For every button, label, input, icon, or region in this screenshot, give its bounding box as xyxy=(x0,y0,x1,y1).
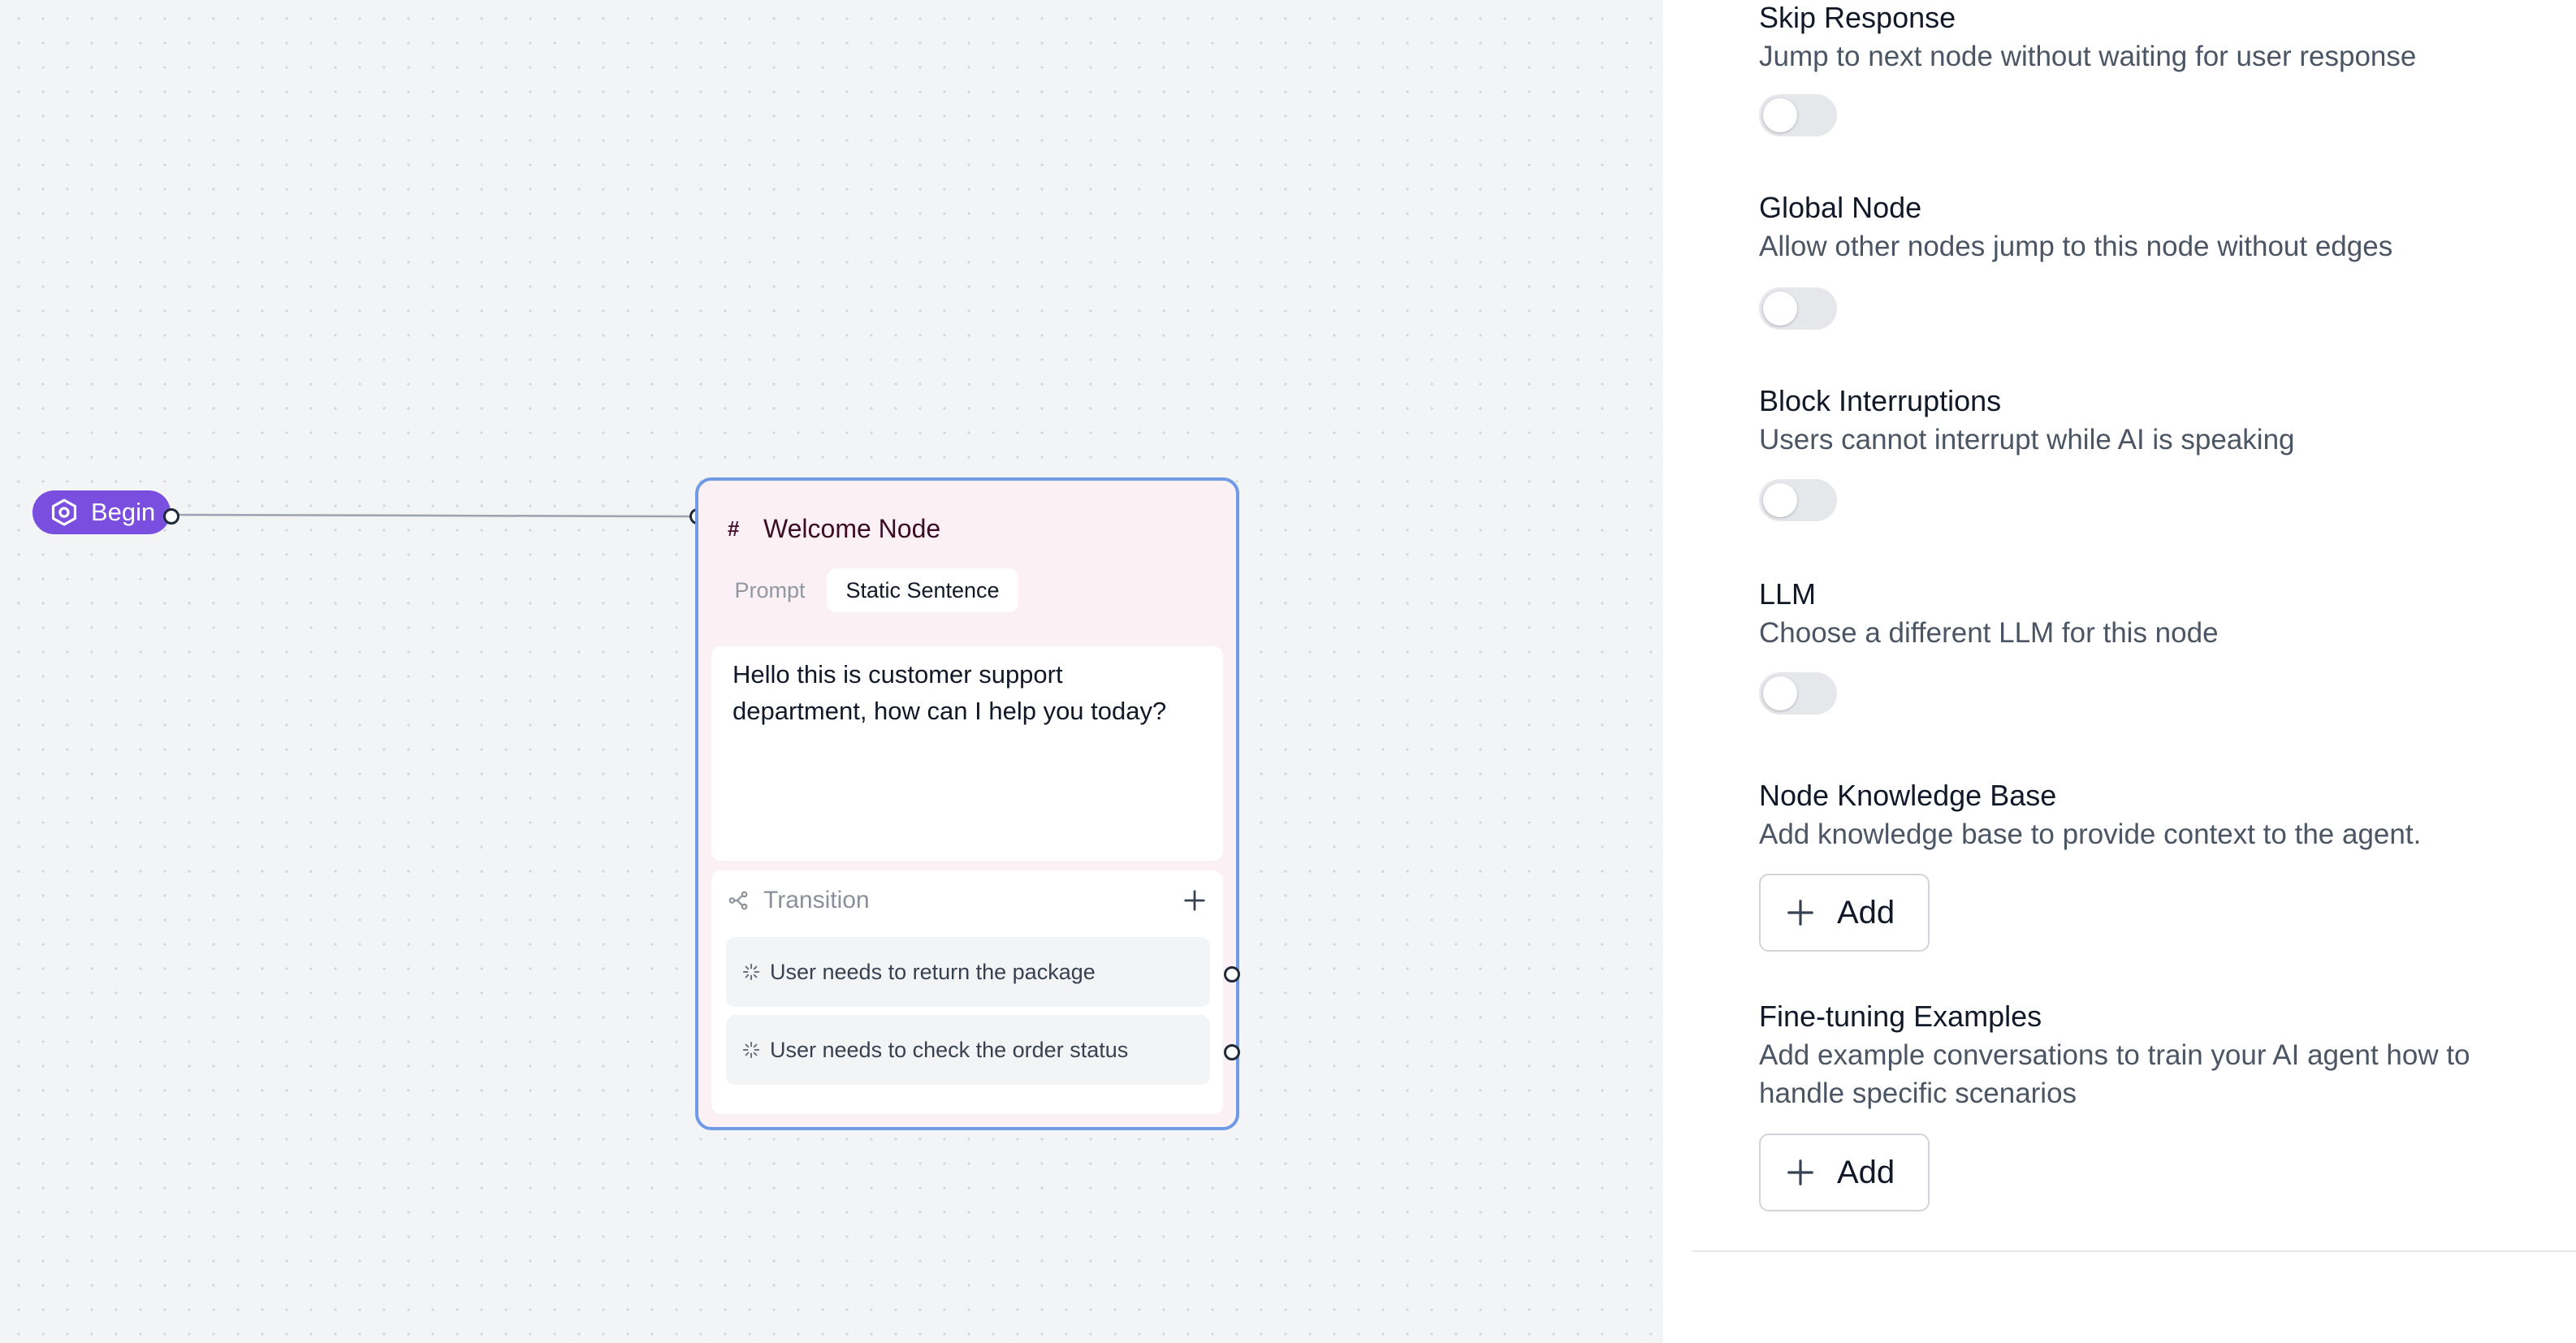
setting-skip-response: Skip Response Jump to next node without … xyxy=(1759,0,2416,76)
begin-output-handle[interactable] xyxy=(163,508,179,525)
transition-panel: Transition User needs to return the pack… xyxy=(711,870,1223,1114)
setting-title: Skip Response xyxy=(1759,1,1956,34)
add-label: Add xyxy=(1837,1154,1895,1190)
toggle-knob xyxy=(1763,291,1797,326)
add-transition-button[interactable] xyxy=(1182,888,1207,913)
setting-title: Block Interruptions xyxy=(1759,384,2002,417)
node-settings-panel: Skip Response Jump to next node without … xyxy=(1663,0,2576,1343)
setting-description: Add example conversations to train your … xyxy=(1759,1039,2470,1109)
setting-description: Add knowledge base to provide context to… xyxy=(1759,818,2422,850)
setting-block-interruptions: Block Interruptions Users cannot interru… xyxy=(1759,383,2295,459)
setting-fine-tuning-examples: Fine-tuning Examples Add example convers… xyxy=(1759,999,2555,1112)
condition-label: User needs to return the package xyxy=(770,959,1096,984)
setting-title: Node Knowledge Base xyxy=(1759,779,2057,812)
setting-title: Global Node xyxy=(1759,191,1922,224)
global-node-toggle[interactable] xyxy=(1759,287,1837,330)
toggle-knob xyxy=(1763,676,1797,710)
panel-divider xyxy=(1692,1250,2576,1252)
condition-output-handle[interactable] xyxy=(1224,1044,1240,1060)
transition-label: Transition xyxy=(763,887,870,913)
toggle-knob xyxy=(1763,98,1797,132)
sparkle-icon xyxy=(742,1041,760,1059)
add-label: Add xyxy=(1837,894,1895,931)
toggle-knob xyxy=(1763,483,1797,517)
hexagon-gear-icon xyxy=(49,497,80,528)
setting-llm: LLM Choose a different LLM for this node xyxy=(1759,576,2219,652)
block-interruptions-toggle[interactable] xyxy=(1759,479,1837,521)
sparkle-icon xyxy=(742,963,760,981)
add-knowledge-base-button[interactable]: Add xyxy=(1759,874,1930,952)
condition-label: User needs to check the order status xyxy=(770,1037,1129,1062)
condition-output-handle[interactable] xyxy=(1224,966,1240,982)
node-header: # Welcome Node xyxy=(728,510,940,547)
plus-icon xyxy=(1785,1157,1816,1188)
transition-condition-item[interactable]: User needs to return the package xyxy=(726,937,1210,1007)
static-sentence-textarea[interactable]: Hello this is customer support departmen… xyxy=(711,646,1223,861)
begin-node[interactable]: Begin xyxy=(32,490,171,534)
setting-description: Allow other nodes jump to this node with… xyxy=(1759,231,2393,262)
setting-global-node: Global Node Allow other nodes jump to th… xyxy=(1759,190,2392,266)
add-fine-tuning-example-button[interactable]: Add xyxy=(1759,1134,1930,1211)
welcome-node-card[interactable]: # Welcome Node Prompt Static Sentence He… xyxy=(695,477,1239,1130)
branch-icon xyxy=(728,890,749,911)
edge-begin-to-welcome[interactable] xyxy=(171,513,698,518)
node-type-tabs: Prompt Static Sentence xyxy=(713,568,1018,612)
setting-description: Choose a different LLM for this node xyxy=(1759,617,2219,649)
hash-icon: # xyxy=(728,516,740,541)
plus-icon xyxy=(1785,897,1816,928)
setting-description: Jump to next node without waiting for us… xyxy=(1759,41,2417,72)
llm-toggle[interactable] xyxy=(1759,672,1837,715)
node-title[interactable]: Welcome Node xyxy=(763,514,940,544)
flow-canvas[interactable]: Begin # Welcome Node Prompt Static Sente… xyxy=(0,0,1663,1343)
setting-description: Users cannot interrupt while AI is speak… xyxy=(1759,424,2295,456)
setting-node-knowledge-base: Node Knowledge Base Add knowledge base t… xyxy=(1759,778,2421,853)
tab-static-sentence[interactable]: Static Sentence xyxy=(827,568,1018,612)
begin-label: Begin xyxy=(91,498,156,526)
tab-prompt[interactable]: Prompt xyxy=(713,568,827,612)
transition-condition-item[interactable]: User needs to check the order status xyxy=(726,1015,1210,1085)
skip-response-toggle[interactable] xyxy=(1759,94,1837,136)
setting-title: LLM xyxy=(1759,577,1817,611)
setting-title: Fine-tuning Examples xyxy=(1759,1000,2042,1033)
transition-header: Transition xyxy=(728,880,1207,921)
